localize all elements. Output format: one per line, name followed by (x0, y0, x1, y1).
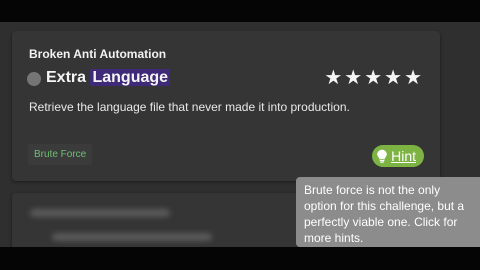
tag-brute-force[interactable]: Brute Force (28, 144, 93, 165)
hint-tooltip-text: Brute force is not the only option for t… (304, 183, 465, 245)
star-icon: ★ (404, 67, 422, 89)
challenge-description: Retrieve the language file that never ma… (29, 100, 350, 114)
hint-button[interactable]: Hint (372, 145, 424, 167)
star-icon: ★ (384, 67, 403, 89)
challenge-card: Broken Anti Automation Extra Language ★ … (12, 31, 440, 181)
hint-tooltip: Brute force is not the only option for t… (296, 177, 480, 247)
letterbox-bottom (0, 247, 480, 270)
challenge-name-prefix: Extra (46, 69, 91, 86)
lightbulb-icon (376, 149, 388, 163)
challenge-category: Broken Anti Automation (29, 47, 167, 61)
challenge-name-highlight: Language (90, 69, 171, 86)
unsolved-status-icon (27, 72, 41, 86)
star-icon: ★ (324, 67, 343, 89)
challenge-name: Extra Language (46, 69, 171, 87)
star-icon: ★ (344, 67, 363, 89)
blurred-text-line (30, 209, 170, 217)
blurred-text-line (52, 233, 212, 241)
hint-label: Hint (391, 148, 416, 164)
screen: Broken Anti Automation Extra Language ★ … (0, 0, 480, 270)
difficulty-rating: ★ ★ ★ ★ ★ (324, 68, 422, 88)
star-icon: ★ (364, 67, 383, 89)
letterbox-top (0, 0, 480, 22)
